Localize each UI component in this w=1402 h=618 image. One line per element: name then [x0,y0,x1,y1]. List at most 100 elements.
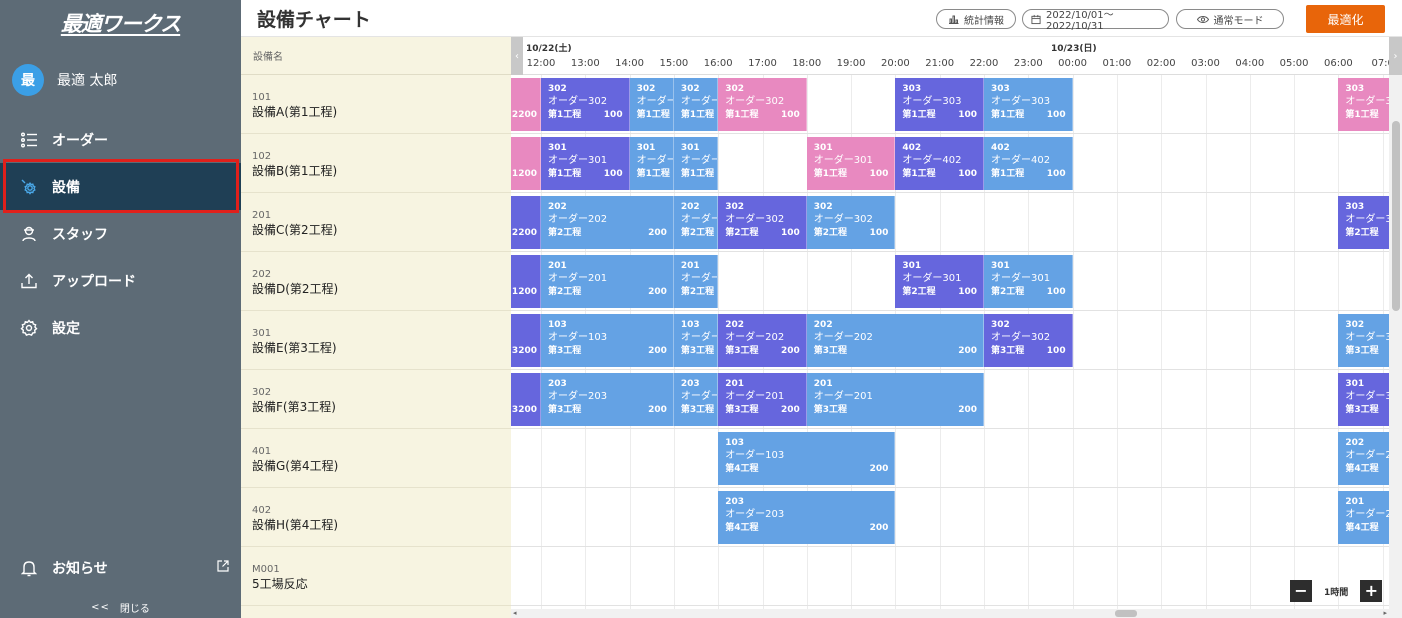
task-bar[interactable]: 103 オーダー103 第3工程 200 [541,314,674,367]
equipment-row-label[interactable]: 201 設備C(第2工程) [241,193,511,252]
task-bar[interactable]: 103 オーダー103 第3工程 [673,314,719,367]
task-id: 203 [725,497,744,507]
notice-label: お知らせ [52,561,108,577]
task-bar[interactable]: 303 オーダー303 第1工程 100 [895,78,984,131]
task-bar[interactable]: 201 オーダー201 第3工程 200 [806,373,984,426]
external-link-icon[interactable] [216,559,230,577]
task-order: オーダー303 [1345,96,1389,107]
task-bar[interactable]: 202 オーダー202 第2工程 200 [541,196,674,249]
sidebar-close-button[interactable]: << 閉じる [0,596,241,618]
sidebar-item-equipment[interactable]: 設備 [0,163,241,210]
zoom-out-button[interactable]: − [1290,580,1312,602]
sidebar-notice[interactable]: お知らせ [0,549,241,587]
task-bar[interactable]: 302 オーダー302 第1工程 100 [541,78,630,131]
task-bar[interactable]: 201 オーダー201 第3工程 200 [718,373,807,426]
task-bar[interactable]: 201 オーダー201 第2工程 200 [541,255,674,308]
timeline-header: 10/22(土) 10/23(日) 12:00 13:00 14:00 15:00 16:0… [511,37,1389,75]
horizontal-scrollbar[interactable]: ◂ ▸ [511,609,1389,618]
task-bar[interactable]: 301 オーダー301 第2工程 100 [895,255,984,308]
hour-label: 03:00 [1191,58,1220,69]
task-order: オーダー302 [725,214,785,225]
task-bar[interactable]: 402 オーダー402 第1工程 100 [984,137,1073,190]
task-bar[interactable]: 3 200 [511,314,541,367]
task-bar[interactable]: 103 オーダー103 第4工程 200 [718,432,896,485]
task-process: 第3工程 [813,405,848,415]
task-bar[interactable]: 303 オーダー303 第2工程 [1338,196,1389,249]
task-bar[interactable]: 303 オーダー303 第1工程 100 [984,78,1073,131]
task-bar[interactable]: 302 オーダー302 第1工程 [629,78,674,131]
equipment-row-label[interactable]: 202 設備D(第2工程) [241,252,511,311]
equipment-row-label[interactable]: 401 設備G(第4工程) [241,429,511,488]
hour-label: 21:00 [925,58,955,69]
task-bar[interactable]: 3 200 [511,373,541,426]
equipment-code: 102 [252,151,272,162]
equipment-row-label[interactable]: 301 設備E(第3工程) [241,311,511,370]
date-range-label: 2022/10/01〜2022/10/31 [1046,10,1114,32]
task-bar[interactable]: 2 200 [511,78,541,131]
task-bar[interactable]: 203 オーダー203 第3工程 [673,373,719,426]
task-bar[interactable]: 302 オーダー302 第3工程 100 [984,314,1073,367]
task-bar[interactable]: 302 オーダー302 第1工程 [673,78,719,131]
task-bar[interactable]: 203 オーダー203 第3工程 200 [541,373,674,426]
sidebar-item-upload[interactable]: アップロード [0,257,241,304]
task-bar[interactable]: 302 オーダー302 第3工程 [1338,314,1389,367]
task-id: 103 [725,438,744,448]
task-bar[interactable]: 301 オーダー301 第2工程 100 [984,255,1073,308]
task-id: 301 [680,143,700,153]
task-bar[interactable]: 203 オーダー203 第4工程 200 [718,491,896,544]
equipment-row-label[interactable]: 101 設備A(第1工程) [241,75,511,134]
equipment-row-label[interactable]: 402 設備H(第4工程) [241,488,511,547]
task-bar[interactable]: 301 オーダー301 第1工程 [673,137,719,190]
task-bar[interactable]: 201 オーダー201 第2工程 [673,255,719,308]
task-bar[interactable]: 202 オーダー202 第4工程 [1338,432,1389,485]
hour-label: 04:00 [1235,58,1265,69]
task-bar[interactable]: 1 200 [511,137,541,190]
sidebar-item-orders[interactable]: オーダー [0,116,241,163]
task-id: 302 [725,84,744,94]
equipment-row-label[interactable]: 102 設備B(第1工程) [241,134,511,193]
scroll-right-button[interactable]: › [1389,37,1402,75]
task-bar[interactable]: 201 オーダー201 第4工程 [1338,491,1389,544]
scroll-left-arrow-icon[interactable]: ◂ [513,609,517,617]
sidebar: 最適ワークス 最 最適 太郎 オーダー 設備 スタッフ アップロード 設定 お知… [0,0,241,618]
date-range-button[interactable]: 2022/10/01〜2022/10/31 [1022,9,1169,32]
task-bar[interactable]: 202 オーダー202 第3工程 200 [718,314,807,367]
app-logo[interactable]: 最適ワークス [0,0,241,45]
task-bar[interactable]: 301 オーダー301 第3工程 [1338,373,1389,426]
task-id: 201 [725,379,744,389]
task-bar[interactable]: 302 オーダー302 第1工程 100 [718,78,807,131]
mode-button[interactable]: 通常モード [1176,9,1284,29]
sidebar-item-settings[interactable]: 設定 [0,304,241,351]
grid-line [1205,75,1207,618]
gantt-area[interactable]: 10/22(土) 10/23(日) 12:00 13:00 14:00 15:00 16:0… [511,37,1389,618]
task-bar[interactable]: 202 オーダー202 第3工程 200 [806,314,984,367]
task-id: 301 [548,143,567,153]
stats-button[interactable]: 統計情報 [936,9,1016,29]
task-bar[interactable]: 301 オーダー301 第1工程 100 [541,137,630,190]
task-bar[interactable]: 302 オーダー302 第2工程 100 [806,196,896,249]
task-bar[interactable]: 302 オーダー302 第2工程 100 [718,196,807,249]
equipment-name: 設備C(第2工程) [252,223,338,237]
scroll-left-button[interactable]: ‹ [511,37,523,75]
vertical-scroll-thumb[interactable] [1392,121,1400,311]
task-order: オーダー103 [548,332,608,343]
scroll-right-arrow-icon[interactable]: ▸ [1383,609,1387,617]
optimize-button[interactable]: 最適化 [1306,5,1385,33]
equipment-row-label[interactable]: 302 設備F(第3工程) [241,370,511,429]
zoom-in-button[interactable]: + [1360,580,1383,602]
task-bar[interactable]: 301 オーダー301 第1工程 [629,137,674,190]
task-bar[interactable]: 1 200 [511,255,541,308]
task-id: 202 [725,320,744,330]
row-divider [511,192,1389,193]
user-profile[interactable]: 最 最適 太郎 [0,45,241,115]
task-bar[interactable]: 303 オーダー303 第1工程 [1338,78,1389,131]
task-bar[interactable]: 402 オーダー402 第1工程 100 [895,137,984,190]
vertical-scrollbar[interactable] [1389,75,1402,618]
task-bar[interactable]: 301 オーダー301 第1工程 100 [806,137,896,190]
horizontal-scroll-thumb[interactable] [1115,610,1137,617]
sidebar-nav: オーダー 設備 スタッフ アップロード 設定 [0,116,241,351]
sidebar-item-staff[interactable]: スタッフ [0,210,241,257]
equipment-row-label[interactable]: M001 5工場反応 [241,547,511,606]
task-bar[interactable]: 2 200 [511,196,541,249]
task-bar[interactable]: 202 オーダー202 第2工程 [673,196,719,249]
